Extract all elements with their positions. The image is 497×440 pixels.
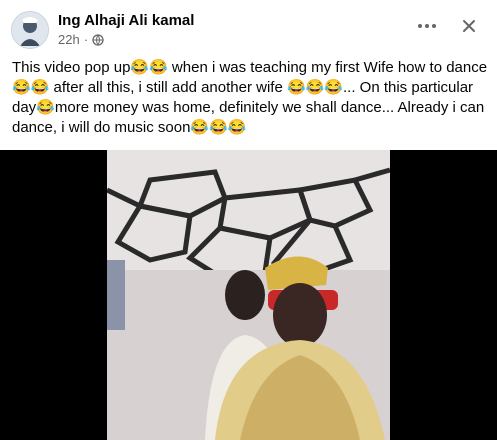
post-header: Ing Alhaji Ali kamal 22h · (0, 0, 497, 56)
video-player[interactable] (0, 150, 497, 440)
post-time[interactable]: 22h (58, 32, 80, 47)
more-options-icon[interactable] (413, 14, 441, 38)
author-avatar[interactable] (11, 11, 49, 49)
globe-icon (92, 33, 104, 46)
meta-separator: · (83, 32, 89, 47)
post-meta: 22h · (58, 32, 104, 47)
video-frame (0, 150, 497, 440)
post-message: This video pop up😂😂 when i was teaching … (12, 59, 488, 136)
author-name[interactable]: Ing Alhaji Ali kamal (58, 12, 194, 29)
close-icon[interactable] (457, 14, 481, 38)
